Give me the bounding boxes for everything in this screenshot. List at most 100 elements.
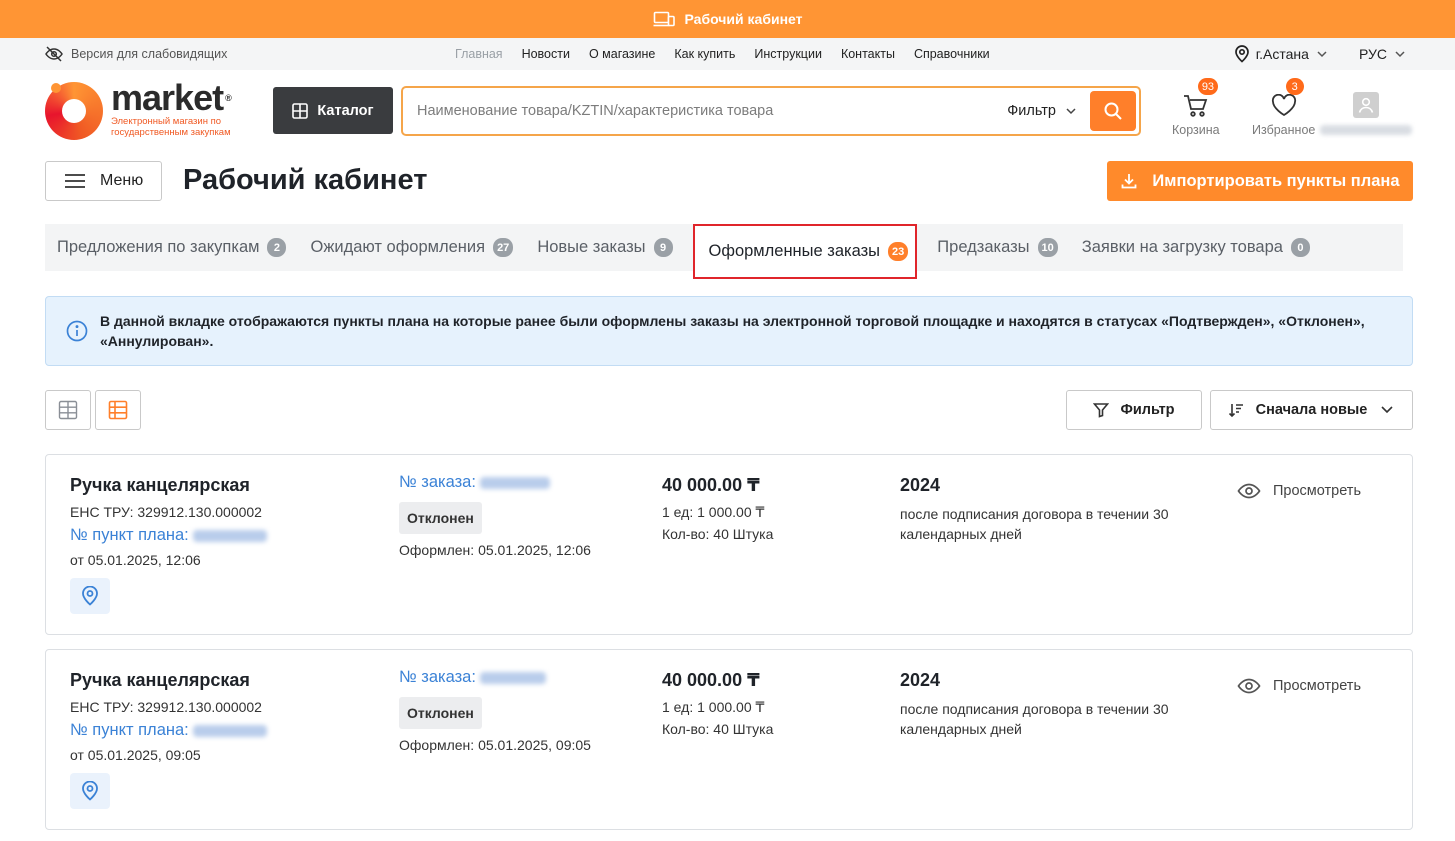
order-card: Ручка канцелярская ЕНС ТРУ: 329912.130.0… <box>45 454 1413 635</box>
page-title: Рабочий кабинет <box>183 164 428 196</box>
avatar <box>1353 92 1379 118</box>
nav-link-instructions[interactable]: Инструкции <box>754 47 822 61</box>
tab-count-badge: 2 <box>267 238 287 257</box>
nav-link-about[interactable]: О магазине <box>589 47 655 61</box>
quantity: Кол-во: 40 Штука <box>662 526 774 542</box>
search-icon <box>1104 102 1122 120</box>
eye-icon <box>1237 483 1261 499</box>
tab-awaiting-processing[interactable]: Ожидают оформления 27 <box>298 224 525 271</box>
sort-icon <box>1228 404 1243 418</box>
nav-link-references[interactable]: Справочники <box>914 47 990 61</box>
order-number-redacted <box>479 671 546 684</box>
nav-link-contacts[interactable]: Контакты <box>841 47 895 61</box>
status-badge: Отклонен <box>399 697 482 729</box>
plan-date: от 05.01.2025, 12:06 <box>70 552 201 568</box>
total-price: 40 000.00 ₸ <box>662 475 760 495</box>
location-pin-icon <box>82 781 98 801</box>
chevron-down-icon <box>1317 51 1327 58</box>
tab-count-badge: 23 <box>888 242 909 261</box>
ens-code: ЕНС ТРУ: 329912.130.000002 <box>70 699 262 715</box>
top-banner-title: Рабочий кабинет <box>684 11 803 27</box>
sort-dropdown[interactable]: Сначала новые <box>1210 390 1413 430</box>
tab-count-badge: 9 <box>653 238 673 257</box>
formed-date: Оформлен: 05.01.2025, 12:06 <box>399 542 591 558</box>
chevron-down-icon <box>1066 108 1076 115</box>
tab-product-upload-requests[interactable]: Заявки на загрузку товара 0 <box>1070 224 1322 271</box>
total-price: 40 000.00 ₸ <box>662 670 760 690</box>
order-number-link[interactable]: № заказа: <box>399 473 591 492</box>
plan-year: 2024 <box>900 670 941 690</box>
page-header: Меню Рабочий кабинет Импортировать пункт… <box>0 152 1455 224</box>
tab-count-badge: 10 <box>1037 238 1058 257</box>
eye-off-icon <box>45 46 63 62</box>
eye-icon <box>1237 678 1261 694</box>
download-icon <box>1122 174 1137 189</box>
search-input[interactable] <box>403 103 1008 119</box>
info-banner: В данной вкладке отображаются пункты пла… <box>45 296 1413 366</box>
hamburger-icon <box>65 174 85 188</box>
tab-count-badge: 0 <box>1290 238 1310 257</box>
plan-item-link[interactable]: № пункт плана: <box>70 721 267 740</box>
list-toolbar: Фильтр Сначала новые <box>0 366 1455 454</box>
plan-year: 2024 <box>900 475 941 495</box>
accessibility-link[interactable]: Версия для слабовидящих <box>45 46 227 62</box>
nav-link-how-to-buy[interactable]: Как купить <box>674 47 735 61</box>
tab-count-badge: 27 <box>493 238 514 257</box>
chevron-down-icon <box>1381 406 1393 414</box>
tab-placed-orders[interactable]: Оформленные заказы 23 <box>692 224 918 279</box>
product-name: Ручка канцелярская <box>70 670 250 690</box>
orders-tabs: Предложения по закупкам 2 Ожидают оформл… <box>45 224 1403 279</box>
search-bar: Фильтр <box>401 86 1141 136</box>
location-button[interactable] <box>70 773 110 809</box>
user-icon <box>1358 97 1374 113</box>
logo-slogan: Электронный магазин по государственным з… <box>111 116 231 138</box>
filter-button[interactable]: Фильтр <box>1066 390 1202 430</box>
view-order-button[interactable]: Просмотреть <box>1237 678 1361 694</box>
city-selector[interactable]: г.Астана <box>1234 45 1329 63</box>
search-filter-dropdown[interactable]: Фильтр <box>1007 103 1078 119</box>
catalog-button[interactable]: Каталог <box>273 87 393 134</box>
import-plan-items-button[interactable]: Импортировать пункты плана <box>1107 161 1413 201</box>
formed-date: Оформлен: 05.01.2025, 09:05 <box>399 737 591 753</box>
cart-button[interactable]: 93 Корзина <box>1172 78 1220 137</box>
sub-navigation: Версия для слабовидящих Главная Новости … <box>0 38 1455 70</box>
filter-funnel-icon <box>1093 403 1110 418</box>
market-logo[interactable]: market ® Электронный магазин по государст… <box>45 80 261 140</box>
table-view-button[interactable] <box>45 390 91 430</box>
view-order-button[interactable]: Просмотреть <box>1237 483 1361 499</box>
ens-code: ЕНС ТРУ: 329912.130.000002 <box>70 504 262 520</box>
nav-link-news[interactable]: Новости <box>522 47 570 61</box>
search-button[interactable] <box>1090 91 1136 131</box>
card-view-button[interactable] <box>95 390 141 430</box>
menu-button[interactable]: Меню <box>45 161 162 201</box>
table-icon <box>58 400 78 420</box>
heart-icon <box>1271 94 1296 117</box>
cart-icon <box>1183 95 1208 117</box>
chevron-down-icon <box>1395 51 1405 58</box>
order-number-link[interactable]: № заказа: <box>399 668 591 687</box>
user-profile-button[interactable] <box>1320 86 1412 135</box>
user-name-redacted <box>1320 125 1412 135</box>
language-selector[interactable]: РУС <box>1359 46 1407 62</box>
plan-number-redacted <box>192 529 267 542</box>
nav-link-home[interactable]: Главная <box>455 47 503 61</box>
region-controls: г.Астана РУС <box>1234 45 1407 63</box>
info-icon <box>66 320 88 342</box>
tab-preorders[interactable]: Предзаказы 10 <box>925 224 1069 271</box>
location-button[interactable] <box>70 578 110 614</box>
logo-ring-icon <box>45 82 103 140</box>
location-pin-icon <box>82 586 98 606</box>
grid-icon <box>292 102 309 119</box>
unit-price: 1 ед: 1 000.00 ₸ <box>662 504 765 520</box>
location-pin-icon <box>1234 45 1249 63</box>
tab-new-orders[interactable]: Новые заказы 9 <box>525 224 684 271</box>
cart-count-badge: 93 <box>1197 78 1219 95</box>
top-banner: Рабочий кабинет <box>0 0 1455 38</box>
delivery-term: после подписания договора в течении 30 к… <box>900 506 1169 542</box>
devices-icon <box>653 11 675 27</box>
favorites-button[interactable]: 3 Избранное <box>1252 78 1315 137</box>
tab-purchase-proposals[interactable]: Предложения по закупкам 2 <box>45 224 298 271</box>
order-number-redacted <box>479 476 550 489</box>
favorites-count-badge: 3 <box>1285 78 1304 95</box>
plan-item-link[interactable]: № пункт плана: <box>70 526 267 545</box>
